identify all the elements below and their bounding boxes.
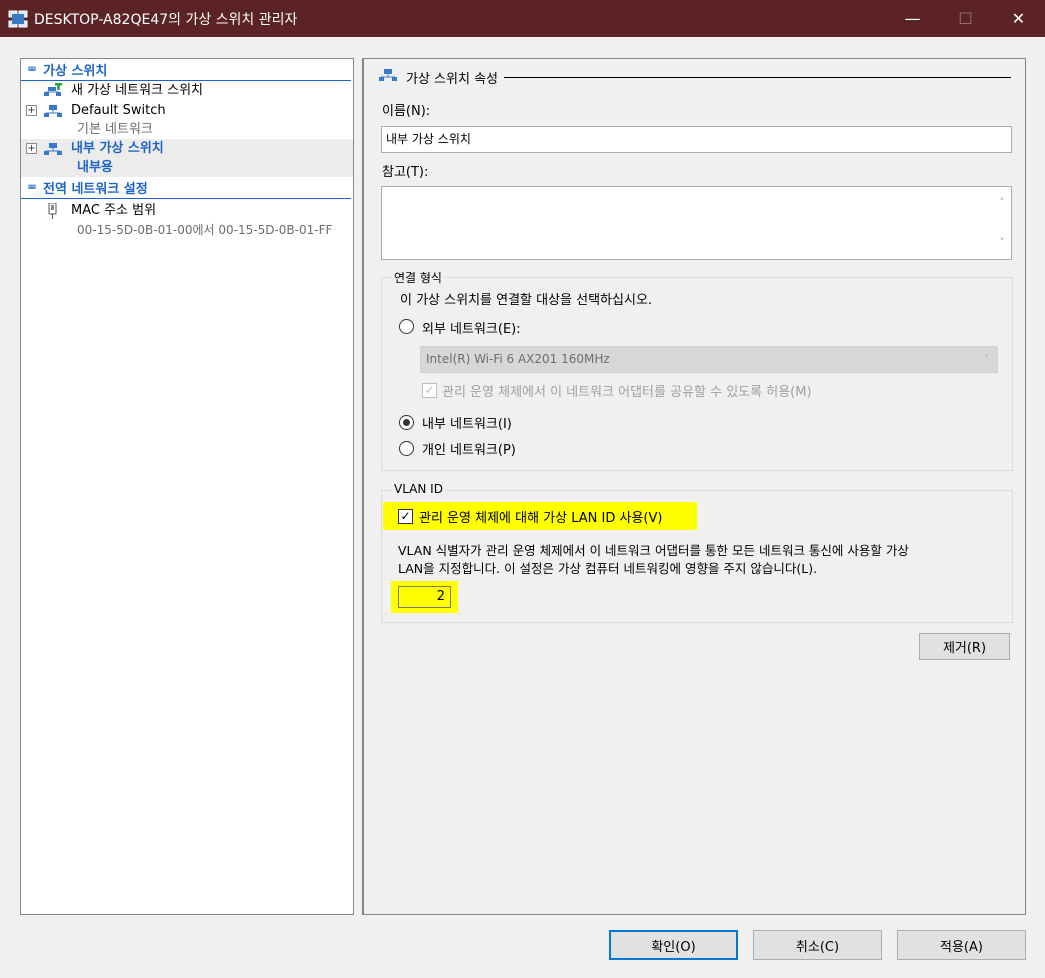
- ok-button[interactable]: 확인(O): [609, 930, 738, 960]
- default-switch-type: 기본 네트워크: [77, 122, 153, 137]
- tree-item-mac-range[interactable]: MAC 주소 범위 00-15-5D-0B-01-00에서 00-15-5D-0…: [21, 201, 353, 239]
- section-virtual-switches[interactable]: ⮹ 가상 스위치: [21, 59, 351, 81]
- cancel-button[interactable]: 취소(C): [753, 930, 882, 960]
- connection-type-legend: 연결 형식: [392, 269, 444, 286]
- apply-button[interactable]: 적용(A): [897, 930, 1026, 960]
- vlan-description-line2: LAN을 지정합니다. 이 설정은 가상 컴퓨터 네트워킹에 영향을 주지 않습…: [398, 561, 818, 576]
- remove-button[interactable]: 제거(R): [919, 633, 1010, 660]
- switch-manager-icon: [8, 9, 28, 29]
- scroll-down-icon[interactable]: ˅: [999, 231, 1005, 255]
- properties-pane: 가상 스위치 속성 이름(N): 내부 가상 스위치 참고(T): ˄ ˅ 연결…: [362, 58, 1026, 915]
- collapse-chevron-icon[interactable]: ⮹: [21, 181, 43, 195]
- minimize-button[interactable]: —: [886, 0, 939, 37]
- vlan-id-legend: VLAN ID: [392, 482, 445, 496]
- network-switch-icon: [378, 67, 398, 87]
- section-label: 전역 네트워크 설정: [43, 182, 148, 197]
- navigation-pane[interactable]: ⮹ 가상 스위치 새 가상 네트워크 스위치 + Default Switch …: [20, 58, 354, 915]
- notes-scrollbar[interactable]: ˄ ˅: [993, 187, 1011, 259]
- expand-icon[interactable]: +: [26, 143, 37, 154]
- external-network-radio[interactable]: [399, 319, 414, 334]
- vlan-description: VLAN 식별자가 관리 운영 체제에서 이 네트워크 어댑터를 통한 모든 네…: [398, 542, 909, 578]
- mac-range-value: 00-15-5D-0B-01-00에서 00-15-5D-0B-01-FF: [77, 223, 333, 237]
- name-input[interactable]: 내부 가상 스위치: [381, 126, 1012, 153]
- internal-network-radio[interactable]: [399, 415, 414, 430]
- expand-icon[interactable]: +: [26, 105, 37, 116]
- share-adapter-checkbox: ✓: [422, 383, 437, 398]
- private-network-radio[interactable]: [399, 441, 414, 456]
- vlan-description-line1: VLAN 식별자가 관리 운영 체제에서 이 네트워크 어댑터를 통한 모든 네…: [398, 543, 909, 558]
- external-network-label[interactable]: 외부 네트워크(E):: [422, 318, 521, 337]
- scroll-up-icon[interactable]: ˄: [999, 191, 1005, 215]
- section-global-network-settings[interactable]: ⮹ 전역 네트워크 설정: [21, 177, 351, 199]
- title-bar[interactable]: DESKTOP-A82QE47의 가상 스위치 관리자 — ☐ ✕: [0, 0, 1045, 37]
- network-adapter-select: Intel(R) Wi-Fi 6 AX201 160MHz ˅: [420, 346, 998, 373]
- adapter-value: Intel(R) Wi-Fi 6 AX201 160MHz: [426, 352, 610, 366]
- network-switch-icon: [43, 141, 63, 157]
- default-switch-name: Default Switch: [71, 103, 166, 118]
- group-divider: [504, 76, 1011, 78]
- notes-textarea[interactable]: ˄ ˅: [381, 186, 1012, 260]
- maximize-button: ☐: [958, 9, 973, 28]
- vlan-enable-label[interactable]: 관리 운영 체제에 대해 가상 LAN ID 사용(V): [419, 507, 662, 526]
- add-network-icon: [43, 83, 63, 99]
- connection-type-group: 연결 형식 이 가상 스위치를 연결할 대상을 선택하십시오. 외부 네트워크(…: [381, 269, 1013, 471]
- internal-switch-name: 내부 가상 스위치: [71, 141, 164, 156]
- mac-range-label: MAC 주소 범위: [71, 203, 157, 218]
- collapse-chevron-icon[interactable]: ⮹: [21, 63, 43, 77]
- name-label: 이름(N):: [382, 104, 431, 119]
- new-switch-label: 새 가상 네트워크 스위치: [71, 83, 203, 98]
- internal-network-label[interactable]: 내부 네트워크(I): [422, 413, 512, 432]
- tree-item-new-switch[interactable]: 새 가상 네트워크 스위치: [21, 81, 353, 101]
- group-title: 가상 스위치 속성: [406, 71, 498, 87]
- close-button[interactable]: ✕: [992, 0, 1045, 37]
- tree-item-internal-switch[interactable]: + 내부 가상 스위치 내부용: [21, 139, 353, 177]
- network-switch-icon: [43, 103, 63, 119]
- private-network-label[interactable]: 개인 네트워크(P): [422, 439, 516, 458]
- vlan-enable-checkbox[interactable]: ✓: [398, 509, 413, 524]
- notes-label: 참고(T):: [382, 165, 429, 180]
- vlan-id-group: VLAN ID ✓ 관리 운영 체제에 대해 가상 LAN ID 사용(V) V…: [381, 482, 1013, 623]
- chevron-down-icon: ˅: [984, 354, 989, 365]
- vlan-id-input[interactable]: 2: [398, 586, 451, 608]
- section-label: 가상 스위치: [43, 64, 108, 79]
- switch-properties-header: 가상 스위치 속성: [378, 67, 1011, 87]
- window-title: DESKTOP-A82QE47의 가상 스위치 관리자: [34, 11, 298, 28]
- connection-prompt: 이 가상 스위치를 연결할 대상을 선택하십시오.: [400, 293, 653, 308]
- internal-switch-type: 내부용: [77, 160, 113, 175]
- share-adapter-label: 관리 운영 체제에서 이 네트워크 어댑터를 공유할 수 있도록 허용(M): [442, 385, 812, 400]
- network-port-icon: [43, 202, 63, 219]
- tree-item-default-switch[interactable]: + Default Switch 기본 네트워크: [21, 101, 353, 139]
